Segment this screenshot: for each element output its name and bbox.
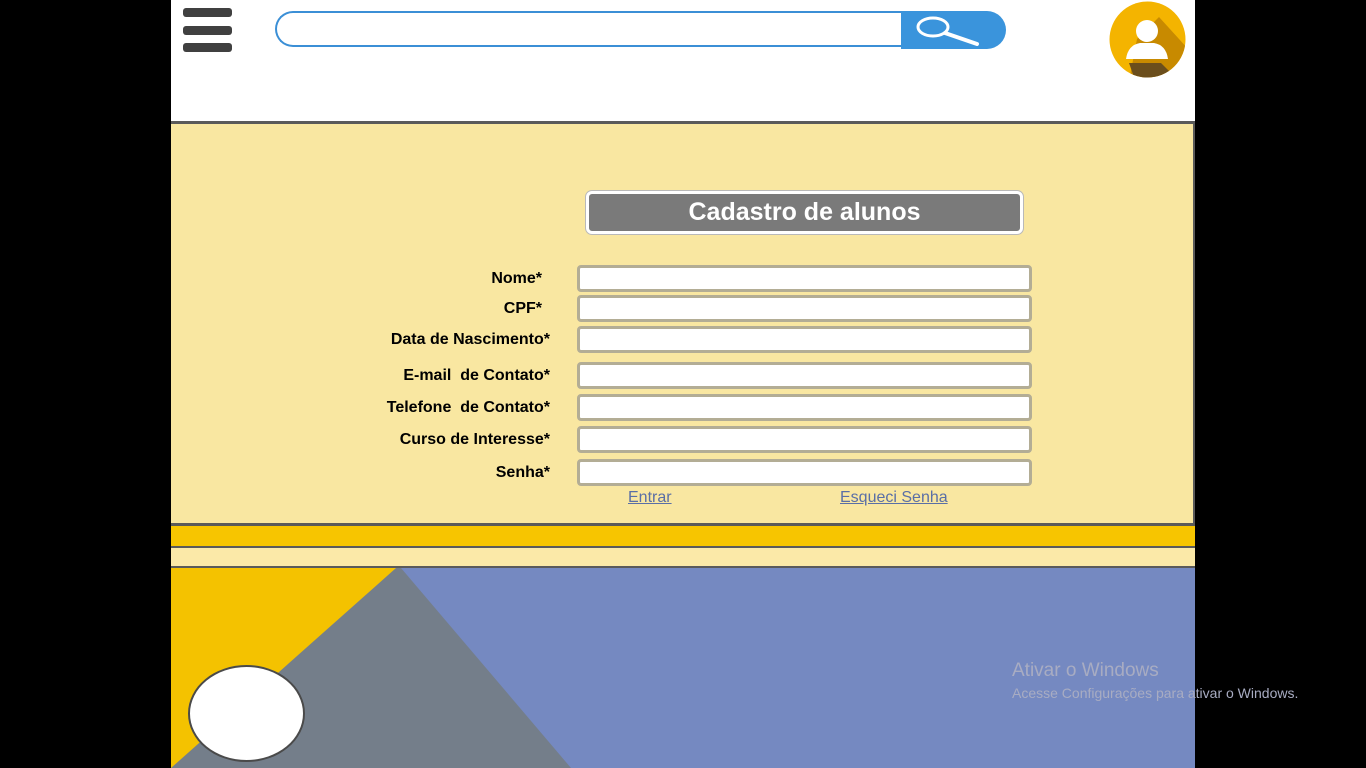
cpf-field[interactable]	[577, 295, 1032, 322]
birth-date-label: Data de Nascimento*	[390, 331, 550, 348]
registration-form: Cadastro de alunos Nome* CPF* Data de Na…	[171, 121, 1195, 526]
menu-bar	[183, 26, 232, 35]
email-label: E-mail de Contato*	[403, 367, 550, 384]
phone-field[interactable]	[577, 394, 1032, 421]
footer-circle	[188, 665, 305, 762]
course-label: Curso de Interesse*	[399, 431, 550, 448]
user-avatar-button[interactable]	[1109, 1, 1186, 78]
hamburger-menu-icon[interactable]	[183, 7, 233, 53]
magnifier-icon	[916, 16, 979, 46]
name-label: Nome*	[491, 270, 542, 287]
password-field[interactable]	[577, 459, 1032, 486]
search-button[interactable]	[901, 11, 1006, 49]
divider-stripe	[171, 546, 1195, 568]
windows-activation-subtitle: Acesse Configurações para ativar o Windo…	[1012, 685, 1299, 701]
cpf-label: CPF*	[503, 300, 542, 317]
phone-label: Telefone de Contato*	[386, 399, 550, 416]
top-header	[171, 0, 1195, 121]
name-field[interactable]	[577, 265, 1032, 292]
birth-date-field[interactable]	[577, 326, 1032, 353]
menu-bar	[183, 43, 232, 52]
password-label: Senha*	[495, 464, 550, 481]
user-profile-icon	[1109, 1, 1186, 78]
forgot-password-link[interactable]: Esqueci Senha	[840, 489, 948, 507]
accent-stripe	[171, 526, 1195, 546]
enter-link[interactable]: Entrar	[628, 489, 672, 507]
form-title: Cadastro de alunos	[586, 191, 1023, 234]
course-field[interactable]	[577, 426, 1032, 453]
menu-bar	[183, 8, 232, 17]
windows-activation-title: Ativar o Windows	[1012, 660, 1159, 681]
search-input[interactable]	[275, 11, 901, 47]
email-field[interactable]	[577, 362, 1032, 389]
page: Cadastro de alunos Nome* CPF* Data de Na…	[171, 0, 1195, 768]
